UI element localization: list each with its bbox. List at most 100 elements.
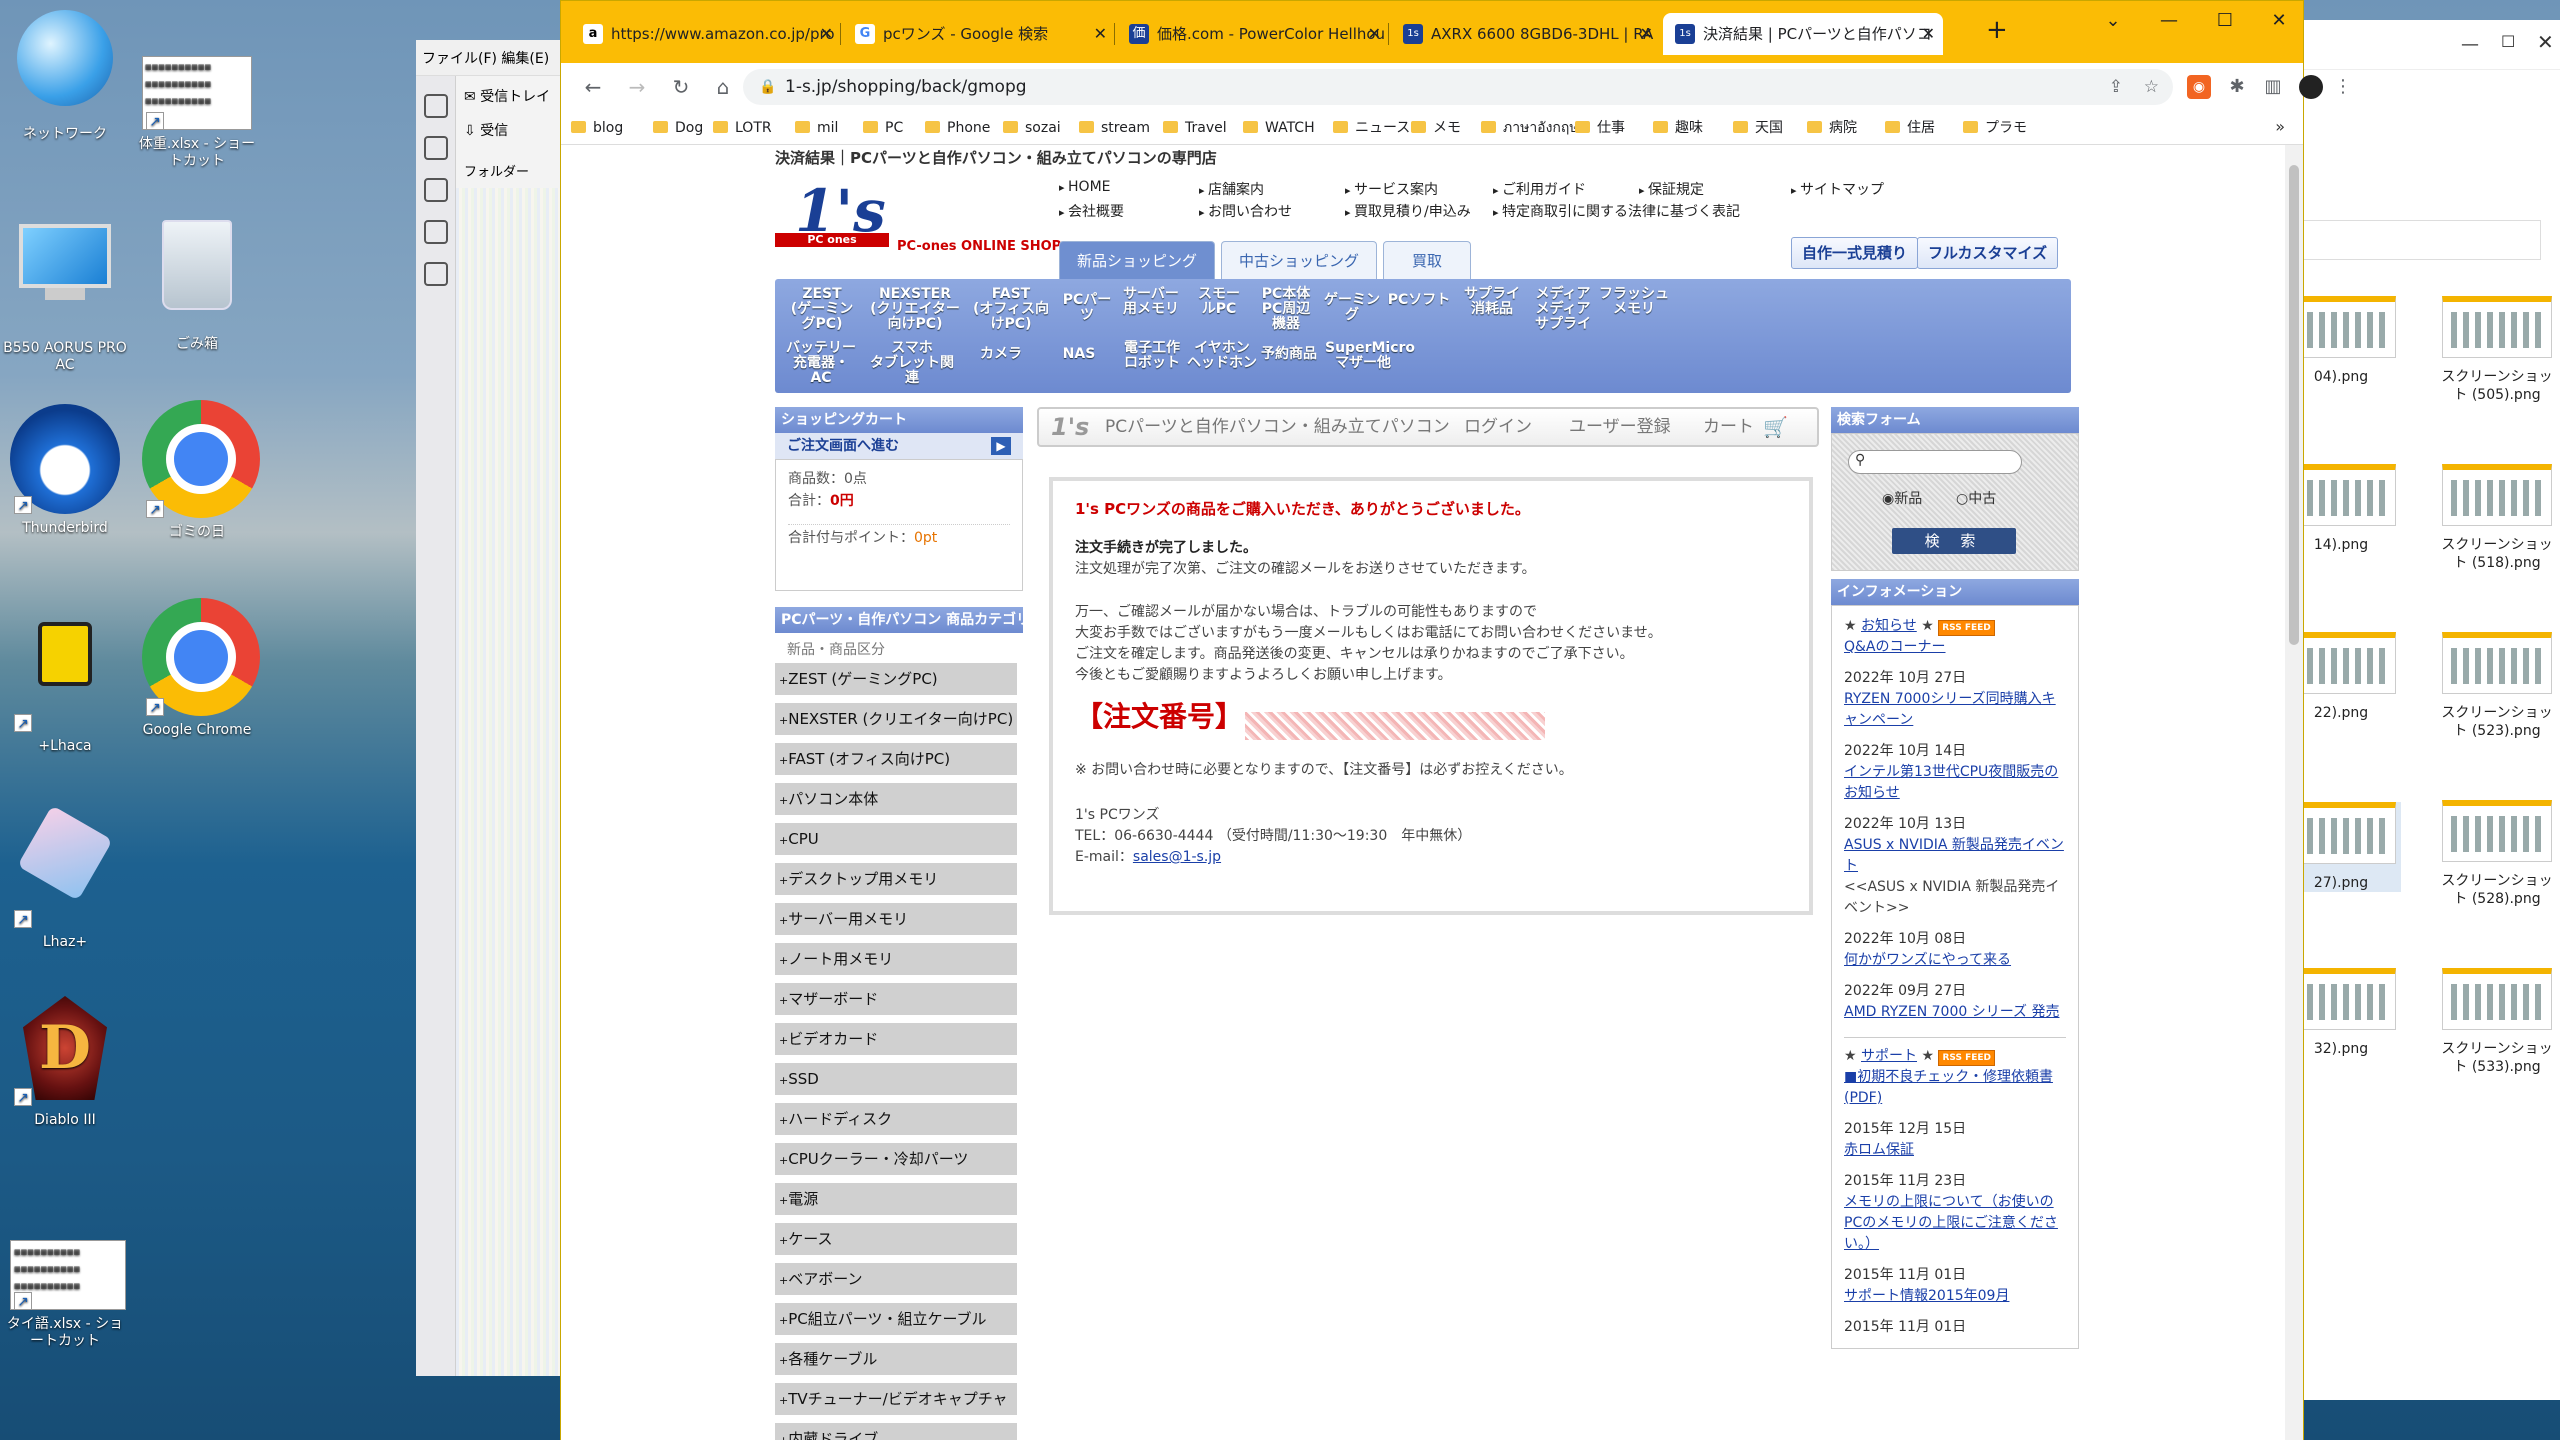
info-link[interactable]: 赤ロム保証 <box>1844 1140 2066 1161</box>
category-menu-item[interactable]: 電子工作 ロボット <box>1121 341 1183 371</box>
bookmark-folder[interactable]: 趣味 <box>1651 117 1703 139</box>
category-list-item[interactable]: SSD <box>775 1063 1017 1095</box>
category-menu-item[interactable]: ZEST (ゲーミングPC) <box>785 287 859 332</box>
category-menu-item[interactable]: サプライ 消耗品 <box>1459 287 1525 317</box>
nav-services[interactable]: サービス案内 <box>1345 179 1438 199</box>
page-viewport[interactable]: 決済結果｜PCパーツと自作パソコン・組み立てパソコンの専門店 1's PC on… <box>561 145 2287 1440</box>
desktop-icon-thai-xlsx[interactable]: ▦▦▦▦▦▦▦▦▦▦ ▦▦▦▦▦▦▦▦▦▦ ▦▦▦▦▦▦▦▦▦▦ ↗ タイ語.xlsx… <box>0 1240 130 1350</box>
bookmark-folder[interactable]: LOTR <box>711 117 772 139</box>
desktop-icon-gomi[interactable]: ↗ ゴミの日 <box>132 400 262 541</box>
bookmark-folder[interactable]: メモ <box>1409 117 1461 139</box>
category-list-item[interactable]: ハードディスク <box>775 1103 1017 1135</box>
new-tab-button[interactable]: + <box>1986 15 2008 45</box>
tab-close-icon[interactable]: ✕ <box>820 13 833 55</box>
nav-guide[interactable]: ご利用ガイド <box>1493 179 1586 199</box>
category-list-item[interactable]: CPUクーラー・冷却パーツ <box>775 1143 1017 1175</box>
nav-store-info[interactable]: 店舗案内 <box>1199 179 1264 199</box>
support-link[interactable]: サポート <box>1861 1048 1917 1064</box>
category-menu-item[interactable]: PCソフト <box>1387 293 1451 308</box>
tab-google-search[interactable]: Gpcワンズ - Google 検索 ✕ <box>843 13 1115 55</box>
category-menu-item[interactable]: PC本体 PC周辺機器 <box>1257 287 1315 332</box>
nav-legal[interactable]: 特定商取引に関する法律に基づく表記 <box>1493 201 1740 221</box>
bookmark-folder[interactable]: Travel <box>1161 117 1227 139</box>
calendar-icon[interactable] <box>423 178 448 202</box>
category-menu-item[interactable]: スマホ タブレット関連 <box>867 341 957 386</box>
tab-amazon[interactable]: a https://www.amazon.co.jp/pro ✕ <box>571 13 841 55</box>
bookmark-folder[interactable]: Phone <box>923 117 990 139</box>
screenshot-thumbnail[interactable]: スクリーンショット (528).png <box>2437 800 2557 908</box>
screenshot-thumbnail[interactable]: スクリーンショット (505).png <box>2437 296 2557 404</box>
page-scrollbar[interactable] <box>2285 145 2303 1440</box>
nav-warranty[interactable]: 保証規定 <box>1639 179 1704 199</box>
category-menu-item[interactable]: NEXSTER (クリエイター向けPC) <box>865 287 965 332</box>
mail-icon[interactable] <box>423 94 448 118</box>
get-mail-button[interactable]: ⇩ 受信 <box>464 116 508 146</box>
category-list-item[interactable]: FAST (オフィス向けPC) <box>775 743 1017 775</box>
tab-1s-product[interactable]: 1s AXRX 6600 8GBD6-3DHL | RA ✕ <box>1391 13 1661 55</box>
category-menu-item[interactable]: メディア メディアサプライ <box>1531 287 1595 332</box>
bookmark-folder[interactable]: stream <box>1077 117 1150 139</box>
share-icon[interactable]: ⇪ <box>2109 69 2123 105</box>
category-menu-item[interactable]: サーバー 用メモリ <box>1121 287 1181 317</box>
maximize-icon[interactable]: ☐ <box>2501 32 2515 51</box>
category-list-item[interactable]: 電源 <box>775 1183 1017 1215</box>
breadcrumb-login[interactable]: ログイン <box>1464 409 1532 445</box>
desktop-icon-recycle-bin[interactable]: ごみ箱 <box>132 210 262 353</box>
desktop-icon-weight-xlsx[interactable]: ▦▦▦▦▦▦▦▦▦▦ ▦▦▦▦▦▦▦▦▦▦ ▦▦▦▦▦▦▦▦▦▦ ↗ 体重.xlsx … <box>132 56 262 170</box>
bookmark-folder[interactable]: blog <box>569 117 623 139</box>
tab-search-button[interactable]: ⌄ <box>2085 1 2141 41</box>
desktop-icon-google-chrome[interactable]: ↗ Google Chrome <box>132 598 262 739</box>
tab-close-icon[interactable]: ✕ <box>1922 13 1935 55</box>
info-link[interactable]: 何かがワンズにやって来る <box>1844 950 2066 971</box>
full-customize-button[interactable]: フルカスタマイズ <box>1917 237 2059 269</box>
category-menu-item[interactable]: SuperMicro マザー他 <box>1325 341 1415 371</box>
tab-close-icon[interactable]: ✕ <box>1094 13 1107 55</box>
bookmark-folder[interactable]: sozai <box>1001 117 1061 139</box>
close-icon[interactable]: ✕ <box>2537 30 2554 54</box>
build-estimate-button[interactable]: 自作一式見積り <box>1791 237 1919 269</box>
file-explorer-window[interactable]: — ☐ ✕ 04).png スクリーンショット (505).png 14).pn… <box>2281 20 2560 1400</box>
category-list-item[interactable]: ノート用メモリ <box>775 943 1017 975</box>
category-menu-item[interactable]: 予約商品 <box>1257 347 1321 362</box>
category-list-item[interactable]: サーバー用メモリ <box>775 903 1017 935</box>
breadcrumb-home[interactable]: PCパーツと自作パソコン・組み立てパソコン <box>1105 409 1450 445</box>
nav-buyback[interactable]: 買取見積り/申込み <box>1345 201 1471 221</box>
category-list-item[interactable]: NEXSTER (クリエイター向けPC) <box>775 703 1017 735</box>
category-menu-item[interactable]: NAS <box>1051 347 1107 362</box>
category-menu-item[interactable]: バッテリー 充電器・AC <box>785 341 857 386</box>
checkout-link[interactable]: ご注文画面へ進む ▶ <box>775 433 1023 459</box>
category-list-item[interactable]: マザーボード <box>775 983 1017 1015</box>
minimize-button[interactable]: — <box>2141 1 2197 41</box>
search-button[interactable]: 検 索 <box>1892 528 2016 554</box>
bookmark-folder[interactable]: Dog <box>651 117 703 139</box>
category-list-item[interactable]: CPU <box>775 823 1017 855</box>
category-menu-item[interactable]: スモー ルPC <box>1187 287 1251 317</box>
category-list-item[interactable]: ZEST (ゲーミングPC) <box>775 663 1017 695</box>
thunderbird-window[interactable]: ファイル(F) 編集(E) ✉ 受信トレイ ⇩ 受信 フォルダー <box>416 40 601 1376</box>
desktop-icon-computer[interactable]: B550 AORUS PRO AC <box>0 210 130 374</box>
screenshot-thumbnail[interactable]: スクリーンショット (533).png <box>2437 968 2557 1076</box>
category-list-item[interactable]: 内蔵ドライブ <box>775 1423 1017 1440</box>
radio-new[interactable]: ◉新品 <box>1882 488 1922 508</box>
desktop-icon-diablo[interactable]: D ↗ Diablo III <box>0 996 130 1129</box>
category-list-item[interactable]: ビデオカード <box>775 1023 1017 1055</box>
category-menu-item[interactable]: カメラ <box>971 347 1031 362</box>
info-link[interactable]: ■初期不良チェック・修理依頼書(PDF) <box>1844 1067 2066 1109</box>
back-button[interactable]: ← <box>579 73 607 101</box>
category-menu-item[interactable]: ゲーミング <box>1321 293 1383 323</box>
thunderbird-menubar[interactable]: ファイル(F) 編集(E) <box>416 40 575 76</box>
bookmark-folder[interactable]: 病院 <box>1805 117 1857 139</box>
nav-home[interactable]: HOME <box>1059 179 1110 195</box>
breadcrumb-cart[interactable]: カート <box>1703 409 1754 445</box>
info-link[interactable]: ASUS x NVIDIA 新製品発売イベント <box>1844 835 2066 877</box>
home-button[interactable]: ⌂ <box>709 73 737 101</box>
bookmark-folder[interactable]: 天国 <box>1731 117 1783 139</box>
address-book-icon[interactable] <box>423 136 448 160</box>
tab-buyback[interactable]: 買取 <box>1383 241 1471 279</box>
category-list-item[interactable]: ベアボーン <box>775 1263 1017 1295</box>
faq-link[interactable]: Q&Aのコーナー <box>1844 637 2066 658</box>
bookmarks-overflow-button[interactable]: » <box>2275 117 2285 136</box>
desktop-icon-thunderbird[interactable]: ↗ Thunderbird <box>0 404 130 537</box>
reload-button[interactable]: ↻ <box>667 73 695 101</box>
tab-close-icon[interactable]: ✕ <box>1368 13 1381 55</box>
